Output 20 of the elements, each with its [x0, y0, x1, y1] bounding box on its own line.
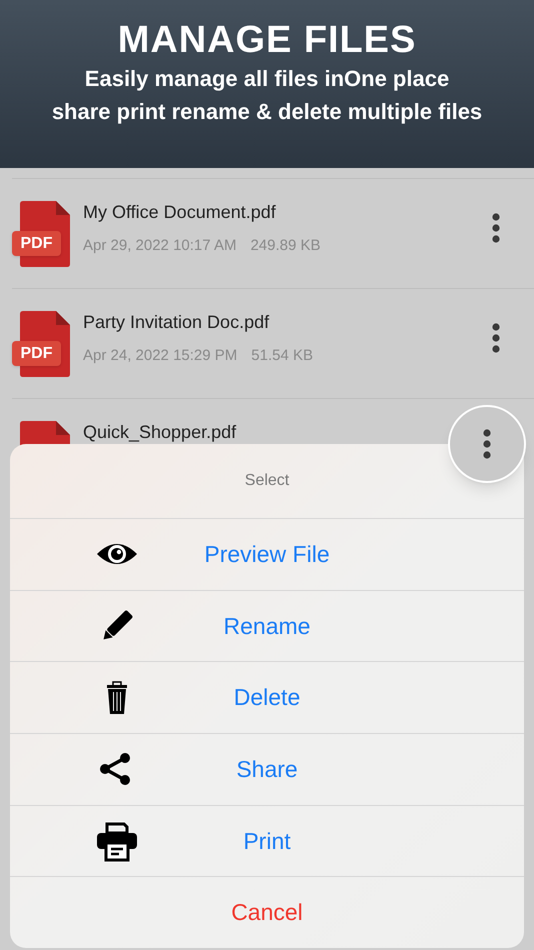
file-size: 249.89 KB — [250, 236, 321, 256]
banner-subtitle: Easily manage all files inOne place — [84, 65, 450, 93]
more-icon — [492, 323, 500, 353]
sheet-action[interactable]: Preview File — [10, 519, 524, 591]
sheet-action[interactable]: Print — [10, 806, 524, 878]
sheet-action[interactable]: Share — [10, 734, 524, 806]
file-name[interactable]: Quick_Shopper.pdf — [83, 421, 534, 443]
file-name[interactable]: Party Invitation Doc.pdf — [83, 311, 488, 333]
banner-subtitle: share print rename & delete multiple files — [52, 98, 482, 126]
banner-title: MANAGE FILES — [118, 18, 416, 62]
more-icon — [483, 429, 491, 459]
file-name[interactable]: My Office Document.pdf — [83, 201, 488, 223]
file-date: Apr 29, 2022 10:17 AM — [83, 236, 236, 256]
sheet-action[interactable]: Rename — [10, 590, 524, 662]
sheet-action[interactable]: Delete — [10, 662, 524, 734]
sheet-action[interactable]: Cancel — [10, 877, 524, 948]
sheet-title: Select — [244, 471, 290, 491]
more-icon — [492, 213, 500, 243]
file-date: Apr 24, 2022 15:29 PM — [83, 346, 238, 366]
file-size: 51.54 KB — [251, 346, 313, 366]
